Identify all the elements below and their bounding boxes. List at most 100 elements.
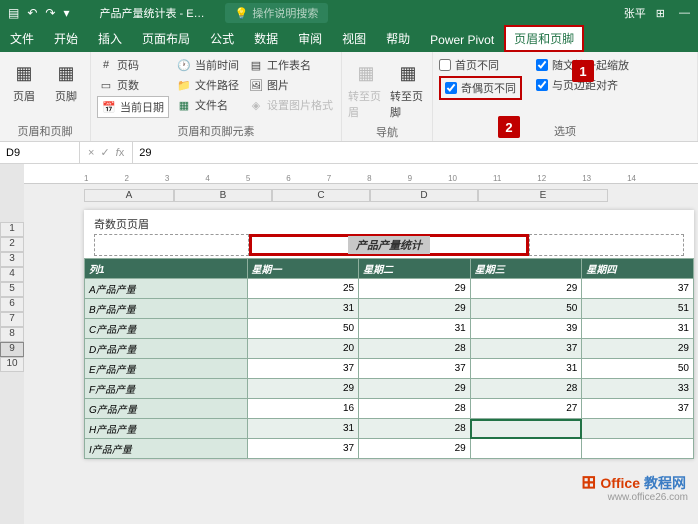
- row-header[interactable]: 9: [0, 342, 24, 357]
- cell[interactable]: 29: [470, 279, 582, 299]
- col-header[interactable]: C: [272, 189, 370, 202]
- tab-header-footer[interactable]: 页眉和页脚: [504, 25, 584, 52]
- name-box[interactable]: D9: [0, 142, 80, 163]
- table-header[interactable]: 星期一: [247, 259, 359, 279]
- goto-footer-button[interactable]: ▦ 转至页脚: [390, 56, 426, 124]
- cell[interactable]: 33: [582, 379, 694, 399]
- tab-page-layout[interactable]: 页面布局: [132, 25, 200, 52]
- row-label[interactable]: F产品产量: [85, 379, 248, 399]
- cell[interactable]: [582, 419, 694, 439]
- cell[interactable]: 31: [582, 319, 694, 339]
- row-header[interactable]: 2: [0, 237, 24, 252]
- cell[interactable]: 50: [582, 359, 694, 379]
- row-label[interactable]: H产品产量: [85, 419, 248, 439]
- cell[interactable]: [470, 419, 582, 439]
- cell[interactable]: 29: [359, 299, 471, 319]
- col-header[interactable]: E: [478, 189, 608, 202]
- save-icon[interactable]: ▤: [8, 6, 19, 20]
- row-header[interactable]: 1: [0, 222, 24, 237]
- cell[interactable]: 50: [247, 319, 359, 339]
- header-left-box[interactable]: [94, 234, 249, 256]
- tab-view[interactable]: 视图: [332, 25, 376, 52]
- row-label[interactable]: E产品产量: [85, 359, 248, 379]
- tab-review[interactable]: 审阅: [288, 25, 332, 52]
- confirm-icon[interactable]: ✓: [100, 146, 109, 159]
- row-header[interactable]: 4: [0, 267, 24, 282]
- cell[interactable]: 25: [247, 279, 359, 299]
- cell[interactable]: [470, 439, 582, 459]
- picture-button[interactable]: 🖼图片: [247, 76, 335, 94]
- cell[interactable]: 50: [470, 299, 582, 319]
- diff-first-page-checkbox[interactable]: 首页不同: [439, 56, 522, 74]
- table-header[interactable]: 星期四: [582, 259, 694, 279]
- tell-me-search[interactable]: 💡 操作说明搜索: [225, 3, 329, 23]
- row-header[interactable]: 5: [0, 282, 24, 297]
- tab-help[interactable]: 帮助: [376, 25, 420, 52]
- cell[interactable]: 29: [359, 279, 471, 299]
- file-name-button[interactable]: ▦文件名: [175, 96, 241, 114]
- cell[interactable]: 28: [470, 379, 582, 399]
- cell[interactable]: 37: [582, 399, 694, 419]
- tab-power-pivot[interactable]: Power Pivot: [420, 28, 504, 52]
- col-header[interactable]: D: [370, 189, 478, 202]
- cell[interactable]: 37: [582, 279, 694, 299]
- table-header[interactable]: 列1: [85, 259, 248, 279]
- cell[interactable]: 29: [247, 379, 359, 399]
- cell[interactable]: 31: [247, 419, 359, 439]
- page-number-button[interactable]: #页码: [97, 56, 169, 74]
- row-label[interactable]: I产品产量: [85, 439, 248, 459]
- tab-data[interactable]: 数据: [244, 25, 288, 52]
- table-header[interactable]: 星期三: [470, 259, 582, 279]
- user-name[interactable]: 张平: [624, 5, 646, 21]
- cell[interactable]: 37: [247, 439, 359, 459]
- row-label[interactable]: G产品产量: [85, 399, 248, 419]
- header-center-box[interactable]: 产品产量统计: [249, 234, 529, 256]
- formula-input[interactable]: 29: [133, 147, 698, 159]
- cell[interactable]: 31: [247, 299, 359, 319]
- ribbon-options-icon[interactable]: ⊞: [656, 7, 665, 20]
- row-header[interactable]: 3: [0, 252, 24, 267]
- cell[interactable]: [582, 439, 694, 459]
- header-right-box[interactable]: [529, 234, 684, 256]
- table-header[interactable]: 星期二: [359, 259, 471, 279]
- col-header[interactable]: A: [84, 189, 174, 202]
- tab-formulas[interactable]: 公式: [200, 25, 244, 52]
- row-header[interactable]: 7: [0, 312, 24, 327]
- tab-file[interactable]: 文件: [0, 25, 44, 52]
- tab-insert[interactable]: 插入: [88, 25, 132, 52]
- cell[interactable]: 27: [470, 399, 582, 419]
- sheet-name-button[interactable]: ▤工作表名: [247, 56, 335, 74]
- tab-home[interactable]: 开始: [44, 25, 88, 52]
- undo-icon[interactable]: ↶: [27, 6, 37, 20]
- cell[interactable]: 16: [247, 399, 359, 419]
- row-label[interactable]: A产品产量: [85, 279, 248, 299]
- fx-icon[interactable]: fx: [116, 147, 125, 159]
- cell[interactable]: 28: [359, 419, 471, 439]
- qat-more-icon[interactable]: ▾: [63, 6, 69, 20]
- minimize-icon[interactable]: —: [679, 7, 690, 20]
- page-count-button[interactable]: ▭页数: [97, 76, 169, 94]
- cell[interactable]: 31: [470, 359, 582, 379]
- row-header[interactable]: 10: [0, 357, 24, 372]
- cancel-icon[interactable]: ×: [88, 147, 94, 159]
- cell[interactable]: 29: [359, 379, 471, 399]
- row-label[interactable]: D产品产量: [85, 339, 248, 359]
- cell[interactable]: 28: [359, 339, 471, 359]
- row-label[interactable]: B产品产量: [85, 299, 248, 319]
- header-button[interactable]: ▦ 页眉: [6, 56, 42, 108]
- file-path-button[interactable]: 📁文件路径: [175, 76, 241, 94]
- row-label[interactable]: C产品产量: [85, 319, 248, 339]
- redo-icon[interactable]: ↷: [45, 6, 55, 20]
- current-date-button[interactable]: 📅当前日期: [97, 96, 169, 118]
- cell[interactable]: 39: [470, 319, 582, 339]
- row-header[interactable]: 8: [0, 327, 24, 342]
- cell[interactable]: 37: [470, 339, 582, 359]
- current-time-button[interactable]: 🕐当前时间: [175, 56, 241, 74]
- footer-button[interactable]: ▦ 页脚: [48, 56, 84, 108]
- diff-odd-even-checkbox[interactable]: 奇偶页不同: [439, 76, 522, 100]
- cell[interactable]: 20: [247, 339, 359, 359]
- cell[interactable]: 29: [359, 439, 471, 459]
- col-header[interactable]: B: [174, 189, 272, 202]
- cell[interactable]: 37: [359, 359, 471, 379]
- row-header[interactable]: 6: [0, 297, 24, 312]
